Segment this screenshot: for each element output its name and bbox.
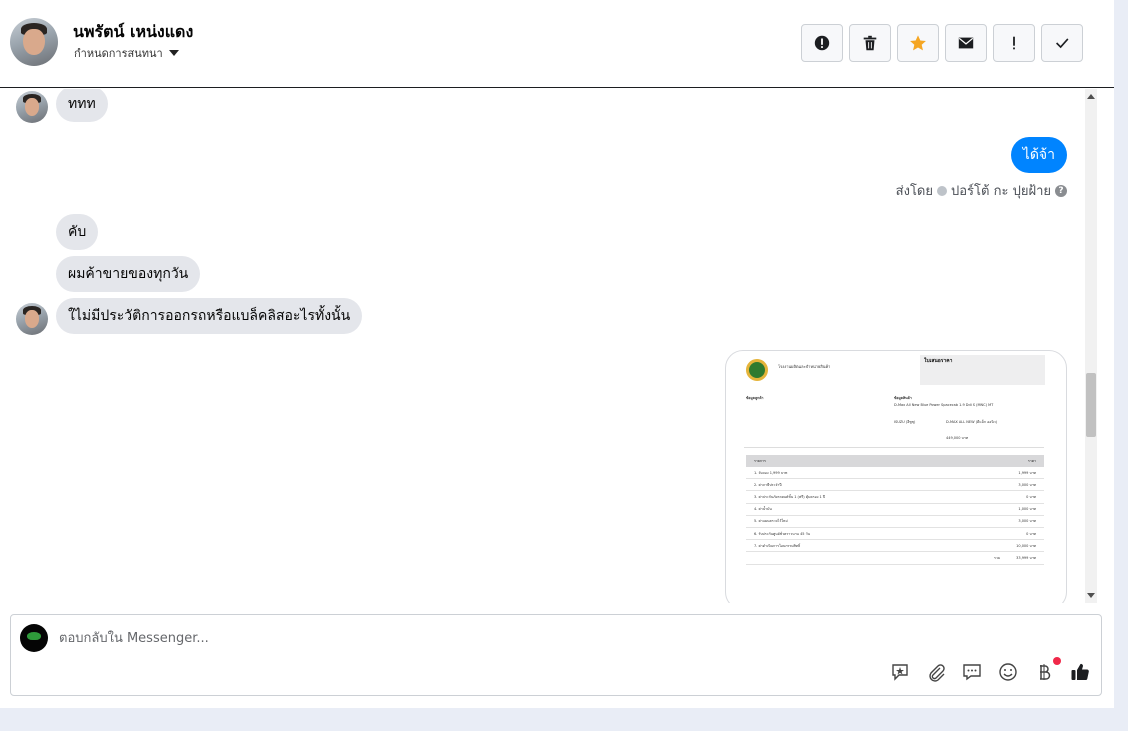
table-header: รายการ ราคา <box>746 455 1044 467</box>
header-actions <box>801 24 1083 62</box>
help-icon[interactable]: ? <box>1055 184 1067 197</box>
quick-reply-icon <box>963 664 981 681</box>
table-cell: 1,000 บาท <box>1018 507 1036 512</box>
table-cell: 6. รับประกันศูนย์ชั่วคราวนาน 45 วัน <box>754 531 810 536</box>
product-brand: ISUZU (อีซูซุ) <box>894 420 916 424</box>
table-row: 3. ค่าประกันภัยรถยนต์ชั้น 1 (ฟรี) คุ้มคร… <box>746 491 1044 504</box>
conversation-panel: นพรัตน์ เหน่งแดง กำหนดการสนทนา ททท ได้จ้… <box>0 0 1114 708</box>
table-row: 5. ค่าแผนตรวจไว้ใหม่ 3,000 บาท <box>746 516 1044 528</box>
table-cell: 0 บาท <box>1026 494 1036 499</box>
company-logo <box>746 359 768 381</box>
notification-dot <box>1053 657 1061 665</box>
mark-unread-button[interactable] <box>945 24 987 62</box>
contact-name[interactable]: นพรัตน์ เหน่งแดง <box>73 20 193 45</box>
table-cell: 1. จับจอง 1,999 บาท <box>754 470 788 475</box>
table-cell: 0 บาท <box>1026 531 1036 536</box>
thread-scrollbar[interactable] <box>1085 89 1097 603</box>
attachment-icon <box>929 664 945 682</box>
scroll-up-arrow-icon[interactable] <box>1087 94 1095 99</box>
contact-avatar[interactable] <box>10 18 58 66</box>
product-model: D-MAX ALL NEW (ดีแม็ก ออนิว) <box>946 420 998 424</box>
message-bubble-outgoing[interactable]: ได้จ้า <box>1010 137 1067 173</box>
product-label: ข้อมูลสินค้า <box>894 396 912 400</box>
like-icon <box>1071 663 1089 680</box>
saved-reply-icon <box>892 664 908 681</box>
emoji-icon <box>999 663 1017 681</box>
sender-name[interactable]: ปอร์โต้ กะ ปุยฝ้าย <box>951 180 1051 201</box>
table-row: 7. ค่าดำเนินการโอนกรรมสิทธิ์ 10,000 บาท <box>746 540 1044 553</box>
table-cell: 5. ค่าแผนตรวจไว้ใหม่ <box>754 519 788 524</box>
product-name: D-Max All New Blue Power Spacecab 1.9 Dd… <box>894 403 994 407</box>
sent-by-line: ส่งโดย ปอร์โต้ กะ ปุยฝ้าย ? <box>896 180 1067 201</box>
follow-up-button[interactable] <box>993 24 1035 62</box>
exclamation-icon <box>1013 36 1015 50</box>
quotation-image-attachment[interactable]: โรงงานผลิตและจำหน่ายสินค้า ใบเสนอราคา ข้… <box>725 350 1067 603</box>
message-bubble[interactable]: ททท <box>56 89 108 122</box>
table-cell: 7. ค่าดำเนินการโอนกรรมสิทธิ์ <box>754 543 801 548</box>
reply-composer <box>10 614 1102 696</box>
delete-button[interactable] <box>849 24 891 62</box>
product-price: 449,000 บาท <box>946 436 969 440</box>
emoji-button[interactable] <box>997 661 1019 683</box>
mark-spam-button[interactable] <box>801 24 843 62</box>
check-icon <box>1056 38 1069 49</box>
sent-by-label: ส่งโดย <box>895 184 933 199</box>
table-cell: 1,999 บาท <box>1018 470 1036 475</box>
table-cell: 2. ค่าภาษีประจำปี <box>754 482 782 487</box>
mark-done-button[interactable] <box>1041 24 1083 62</box>
scroll-down-arrow-icon[interactable] <box>1087 593 1095 598</box>
reply-input[interactable] <box>59 627 879 649</box>
sender-avatar <box>16 91 48 123</box>
assign-conversation-label: กำหนดการสนทนา <box>74 47 163 60</box>
table-cell: 3. ค่าประกันภัยรถยนต์ชั้น 1 (ฟรี) คุ้มคร… <box>754 494 826 499</box>
verified-icon <box>937 185 947 196</box>
envelope-icon <box>958 37 974 49</box>
spam-alert-icon <box>814 35 830 51</box>
table-cell: 10,000 บาท <box>1016 543 1036 548</box>
star-button[interactable] <box>897 24 939 62</box>
divider <box>744 447 1044 448</box>
message-thread[interactable]: ททท ได้จ้า ส่งโดย ปอร์โต้ กะ ปุยฝ้าย ? ค… <box>0 89 1114 603</box>
sender-avatar <box>16 303 48 335</box>
table-row: 4. ค่าน้ำมัน 1,000 บาท <box>746 504 1044 516</box>
message-bubble[interactable]: คับ <box>56 214 99 250</box>
caret-down-icon <box>168 50 179 56</box>
table-cell: 3,000 บาท <box>1018 482 1036 487</box>
message-bubble[interactable]: ใไม่มีประวัติการออกรถหรือแบล็คลิสอะไรทั้… <box>56 298 363 334</box>
saved-replies-button[interactable] <box>889 661 911 683</box>
attach-file-button[interactable] <box>925 661 947 683</box>
payment-button[interactable] <box>1033 657 1061 683</box>
total-value: 33,999 บาท <box>1016 555 1036 560</box>
table-row: 6. รับประกันศูนย์ชั่วคราวนาน 45 วัน 0 บาท <box>746 528 1044 541</box>
conversation-header: นพรัตน์ เหน่งแดง กำหนดการสนทนา <box>0 0 1114 88</box>
table-total-row: รวม 33,999 บาท <box>746 552 1044 565</box>
column-header: ราคา <box>1027 459 1036 463</box>
quotation-table: รายการ ราคา 1. จับจอง 1,999 บาท 1,999 บาท… <box>746 455 1044 565</box>
assign-conversation-dropdown[interactable]: กำหนดการสนทนา <box>74 44 179 62</box>
company-name: โรงงานผลิตและจำหน่ายสินค้า <box>778 364 831 369</box>
table-row: 1. จับจอง 1,999 บาท 1,999 บาท <box>746 467 1044 480</box>
quotation-title: ใบเสนอราคา <box>924 358 953 364</box>
composer-toolbar <box>889 657 1091 683</box>
total-label: รวม <box>993 555 1001 560</box>
send-like-button[interactable] <box>1069 661 1091 683</box>
page-avatar <box>20 624 48 652</box>
scrollbar-thumb[interactable] <box>1086 373 1096 437</box>
quick-replies-button[interactable] <box>961 661 983 683</box>
column-header: รายการ <box>754 459 766 463</box>
customer-label: ข้อมูลลูกค้า <box>746 396 764 400</box>
trash-icon <box>863 35 877 51</box>
table-cell: 4. ค่าน้ำมัน <box>754 507 772 512</box>
message-bubble[interactable]: ผมค้าขายของทุกวัน <box>56 256 201 292</box>
payment-icon <box>1040 664 1051 680</box>
table-row: 2. ค่าภาษีประจำปี 3,000 บาท <box>746 479 1044 492</box>
star-icon <box>910 35 926 51</box>
table-cell: 3,000 บาท <box>1018 519 1036 524</box>
